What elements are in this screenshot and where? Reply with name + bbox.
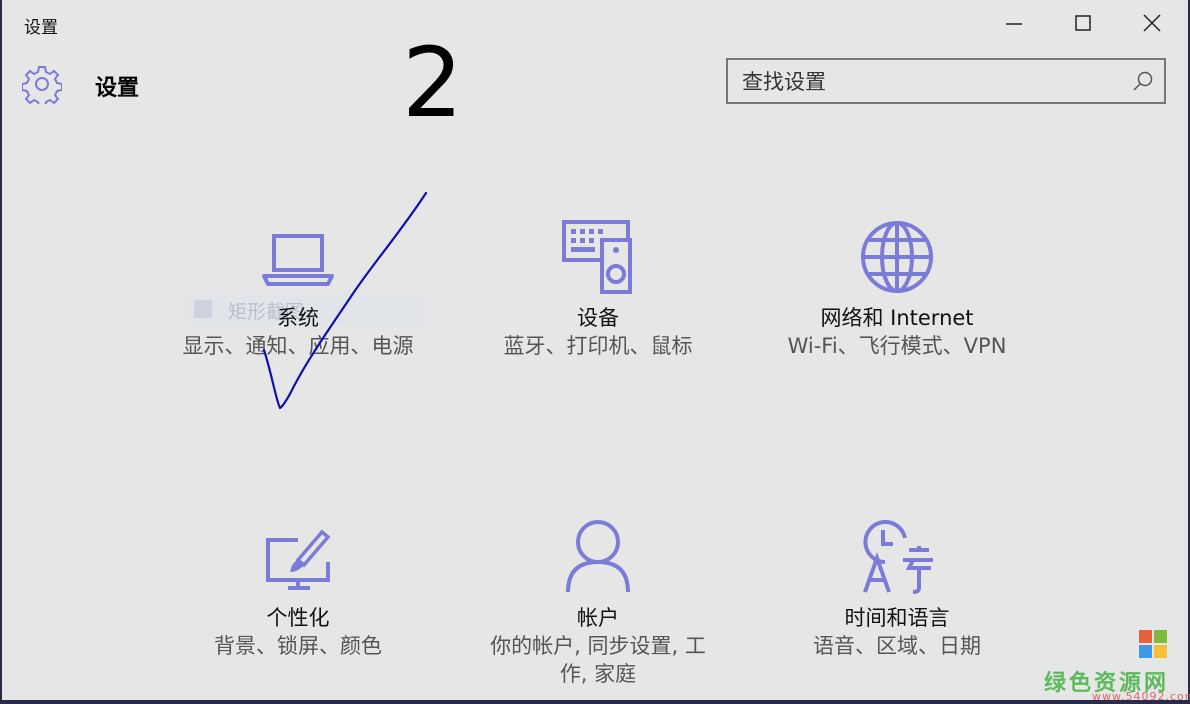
globe-icon	[861, 221, 933, 293]
tile-title: 帐户	[577, 606, 619, 630]
tile-subtitle: 语音、区域、日期	[813, 634, 981, 658]
tile-subtitle: 蓝牙、打印机、鼠标	[503, 334, 693, 358]
search-box[interactable]	[726, 58, 1166, 104]
tile-title: 时间和语言	[844, 606, 950, 630]
tile-devices[interactable]: 设备 蓝牙、打印机、鼠标	[448, 218, 748, 360]
tile-time-language[interactable]: 时间和语言 语音、区域、日期	[747, 518, 1047, 660]
tile-system[interactable]: 系统 显示、通知、应用、电源	[148, 228, 448, 360]
tile-subtitle: 你的帐户, 同步设置, 工作, 家庭	[490, 634, 706, 686]
settings-window: 设置 设置 2 矩形截图 系统 显示、通知、应用、电源	[0, 0, 1190, 704]
tile-title: 系统	[277, 306, 319, 330]
devices-icon	[562, 220, 632, 294]
annotation-number: 2	[402, 27, 464, 139]
time-language-icon	[863, 520, 933, 594]
page-title: 设置	[95, 76, 140, 101]
tile-subtitle: Wi-Fi、飞行模式、VPN	[787, 334, 1007, 358]
tile-title: 设备	[577, 306, 619, 330]
watermark-url: www.54092.com	[1092, 690, 1190, 703]
search-icon[interactable]	[1132, 70, 1154, 92]
tile-accounts[interactable]: 帐户 你的帐户, 同步设置, 工作, 家庭	[448, 518, 748, 688]
minimize-icon	[1006, 23, 1022, 25]
tile-subtitle: 显示、通知、应用、电源	[182, 334, 414, 358]
person-icon	[566, 520, 630, 593]
tile-personalization[interactable]: 个性化 背景、锁屏、颜色	[148, 528, 448, 660]
laptop-icon	[262, 234, 334, 286]
close-button[interactable]	[1132, 6, 1172, 40]
windows-logo-icon	[1139, 630, 1167, 658]
search-input[interactable]	[740, 66, 1124, 98]
tile-network[interactable]: 网络和 Internet Wi-Fi、飞行模式、VPN	[747, 218, 1047, 360]
maximize-button[interactable]	[1063, 6, 1103, 40]
gear-icon	[22, 66, 62, 104]
tile-title: 网络和 Internet	[820, 306, 974, 330]
window-title: 设置	[24, 18, 58, 38]
close-icon	[1143, 14, 1161, 32]
tile-subtitle: 背景、锁屏、颜色	[214, 634, 382, 658]
tile-title: 个性化	[266, 606, 330, 630]
personalization-icon	[266, 529, 331, 590]
maximize-icon	[1075, 15, 1091, 31]
minimize-button[interactable]	[994, 6, 1034, 40]
